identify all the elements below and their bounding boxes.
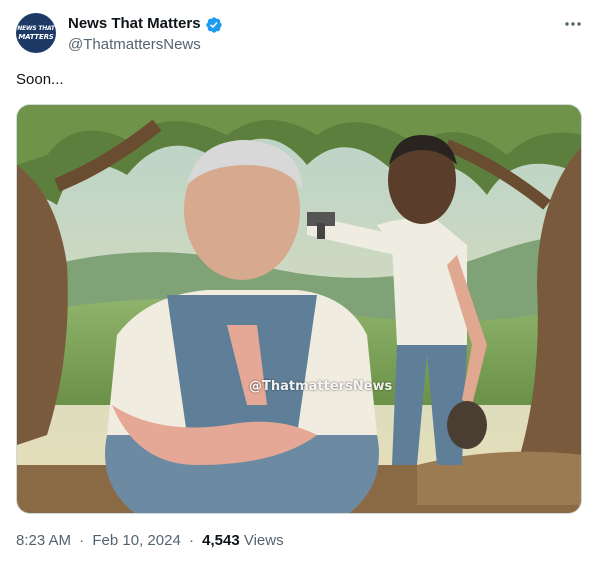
tweet-card: NEWS THAT MATTERS News That Matters @Tha… [0,0,599,571]
tweet-date[interactable]: Feb 10, 2024 [92,532,180,549]
author-display-name[interactable]: News That Matters [68,14,201,34]
tweet-text: Soon... [16,71,64,88]
meta-separator: · [79,532,85,549]
meta-separator: · [188,532,194,549]
tweet-media-image[interactable]: @ThatmattersNews [16,104,582,514]
meme-illustration [17,105,581,513]
tweet-meta: 8:23 AM · Feb 10, 2024 · 4,543 Views [16,531,284,551]
views-label: Views [243,532,284,549]
avatar-text-line2: MATTERS [18,33,54,41]
more-horizontal-icon [565,22,581,26]
verified-badge-icon [206,17,222,33]
tweet-time[interactable]: 8:23 AM [16,532,71,549]
more-options-button[interactable] [556,10,590,38]
media-watermark: @ThatmattersNews [249,379,393,394]
avatar-text-line1: NEWS THAT [17,25,55,32]
author-handle[interactable]: @ThatmattersNews [68,35,201,55]
author-avatar[interactable]: NEWS THAT MATTERS [16,13,56,53]
views-count: 4,543 [202,532,240,549]
